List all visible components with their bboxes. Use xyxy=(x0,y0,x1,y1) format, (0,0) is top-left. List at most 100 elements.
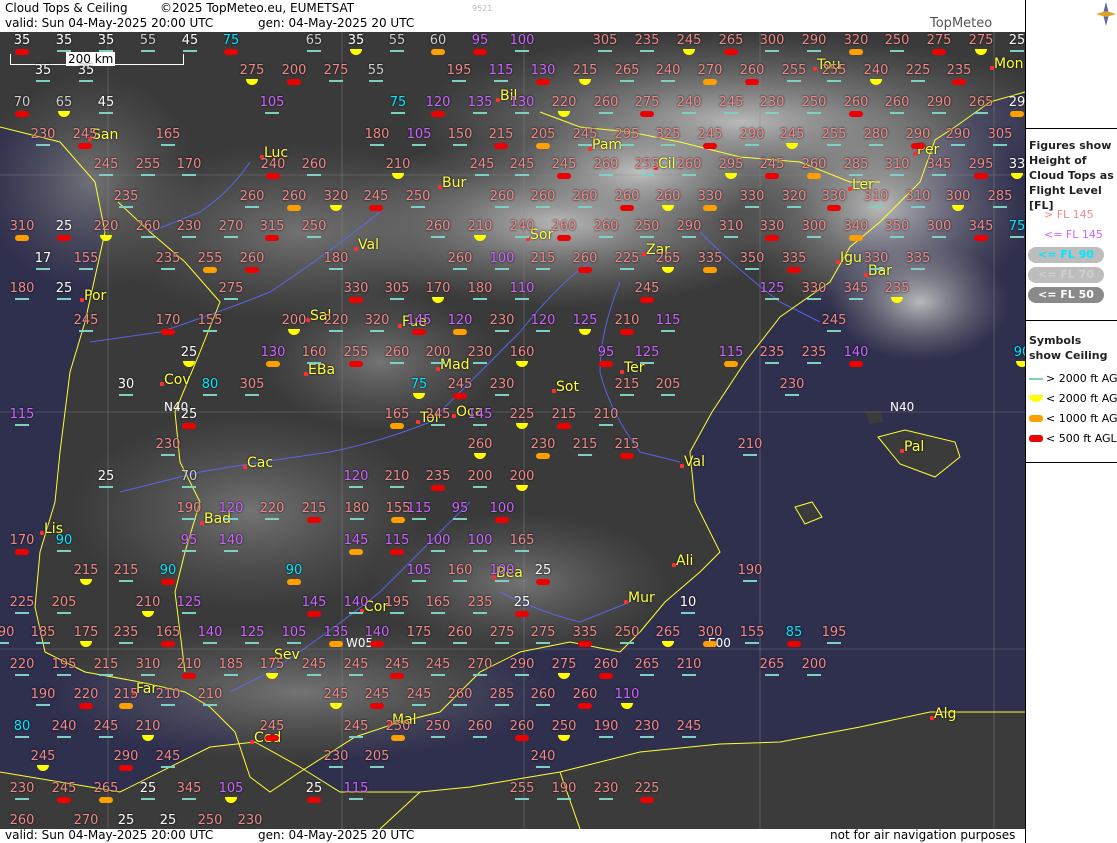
ceiling-symbol xyxy=(80,579,92,585)
city-label: Mur xyxy=(628,590,655,606)
cloud-top-value: 210 xyxy=(593,407,619,422)
cloud-top-value: 215 xyxy=(73,563,99,578)
cloud-top-value: 275 xyxy=(530,625,556,640)
ceiling-symbol xyxy=(932,112,946,114)
cloud-top-value: 115 xyxy=(488,63,514,78)
footer-generated-time: gen: 04-May-2025 20 UTC xyxy=(258,828,415,842)
city-label: Pal xyxy=(904,439,925,455)
cloud-top-value: 260 xyxy=(9,813,35,828)
station-cloud-top: 200 xyxy=(280,64,308,90)
station-cloud-top: 250 xyxy=(300,220,328,246)
ceiling-symbol xyxy=(703,267,717,273)
cloud-top-value: 245 xyxy=(363,189,389,204)
station-cloud-top: 245 xyxy=(717,96,745,122)
cloud-top-value: 100 xyxy=(467,533,493,548)
cloud-top-value: 245 xyxy=(301,657,327,672)
station-cloud-top: 35 xyxy=(92,34,120,60)
ceiling-symbol xyxy=(849,235,863,241)
station-cloud-top: 90 xyxy=(1008,346,1025,372)
ceiling-symbol xyxy=(911,206,925,208)
ceiling-symbol xyxy=(495,580,509,582)
station-cloud-top: 275 xyxy=(967,34,995,60)
station-cloud-top: 180 xyxy=(343,502,371,528)
cloud-top-value: 290 xyxy=(509,657,535,672)
station-cloud-top: 125 xyxy=(633,346,661,372)
ceiling-symbol xyxy=(161,641,175,647)
cloud-top-value: 230 xyxy=(779,377,805,392)
station-cloud-top: 175 xyxy=(258,658,286,684)
cloud-top-value: 245 xyxy=(821,313,847,328)
station-cloud-top: 210 xyxy=(196,688,224,714)
logo-text: TopMeteo xyxy=(930,16,993,31)
station-cloud-top: 260 xyxy=(238,190,266,216)
cloud-top-value: 320 xyxy=(323,189,349,204)
station-cloud-top: 340 xyxy=(842,220,870,246)
cloud-top-value: 95 xyxy=(180,533,198,548)
ceiling-symbol xyxy=(391,112,405,114)
station-cloud-top: 165 xyxy=(154,626,182,652)
cloud-top-value: 265 xyxy=(718,33,744,48)
cloud-top-value: 250 xyxy=(634,219,660,234)
station-cloud-top: 215 xyxy=(72,564,100,590)
station-cloud-top: 140 xyxy=(363,626,391,652)
image-code: 9521 xyxy=(472,4,493,13)
station-cloud-top: 260 xyxy=(592,220,620,246)
ceiling-symbol xyxy=(412,580,426,582)
ceiling-symbol xyxy=(765,298,779,300)
station-cloud-top: 200 xyxy=(508,470,536,496)
station-cloud-top: 250 xyxy=(424,720,452,746)
cloud-top-value: 110 xyxy=(509,281,535,296)
ceiling-symbol xyxy=(891,297,903,303)
station-cloud-top: 305 xyxy=(591,34,619,60)
station-cloud-top: 265 xyxy=(613,64,641,90)
station-cloud-top: 260 xyxy=(383,346,411,372)
cloud-top-value: 245 xyxy=(676,719,702,734)
station-cloud-top: 260 xyxy=(280,190,308,216)
station-cloud-top: 225 xyxy=(633,782,661,808)
cloud-top-value: 230 xyxy=(467,345,493,360)
cloud-top-value: 145 xyxy=(406,313,432,328)
station-cloud-top: 195 xyxy=(445,64,473,90)
station-cloud-top: 230 xyxy=(592,782,620,808)
ceiling-symbol xyxy=(495,330,509,332)
station-cloud-top: 245 xyxy=(258,720,286,746)
ceiling-symbol xyxy=(57,235,71,241)
ceiling-symbol xyxy=(57,550,71,552)
station-cloud-top: 350 xyxy=(738,252,766,278)
ceiling-symbol xyxy=(349,361,363,367)
ceiling-legend-label: < 1000 ft AGL xyxy=(1046,412,1117,425)
station-cloud-top: 290 xyxy=(904,128,932,154)
cloud-top-value: 235 xyxy=(884,281,910,296)
cloud-top-value: 350 xyxy=(739,251,765,266)
cloud-top-value: 340 xyxy=(843,219,869,234)
ceiling-symbol xyxy=(288,329,300,335)
ceiling-symbol xyxy=(785,394,799,396)
ceiling-symbol xyxy=(495,642,509,644)
station-cloud-top: 110 xyxy=(508,282,536,308)
cloud-top-value: 300 xyxy=(801,219,827,234)
cloud-top-value: 35 xyxy=(97,33,115,48)
legend-panel: TopMeteo Figures show Height of Cloud To… xyxy=(930,0,1117,843)
ceiling-symbol xyxy=(683,49,695,55)
station-cloud-top: 17 xyxy=(29,252,57,278)
ceiling-symbol xyxy=(79,330,93,332)
cloud-top-value: 300 xyxy=(945,189,971,204)
ceiling-symbol xyxy=(724,361,738,367)
cloud-top-value: 115 xyxy=(343,781,369,796)
station-cloud-top: 235 xyxy=(945,64,973,90)
cloud-top-value: 235 xyxy=(801,345,827,360)
ceiling-symbol xyxy=(536,330,550,332)
station-cloud-top: 245 xyxy=(383,658,411,684)
ceiling-symbol xyxy=(473,612,487,614)
station-cloud-top: 220 xyxy=(92,220,120,246)
station-cloud-top: 215 xyxy=(550,408,578,434)
cloud-top-value: 220 xyxy=(9,657,35,672)
station-cloud-top: 270 xyxy=(696,64,724,90)
cloud-top-value: 255 xyxy=(821,63,847,78)
station-cloud-top: 215 xyxy=(112,688,140,714)
ceiling-symbol xyxy=(827,330,841,332)
station-cloud-top: 250 xyxy=(196,814,224,829)
cloud-top-value: 260 xyxy=(509,719,535,734)
station-cloud-top: 290 xyxy=(508,658,536,684)
cloud-top-value: 255 xyxy=(197,251,223,266)
